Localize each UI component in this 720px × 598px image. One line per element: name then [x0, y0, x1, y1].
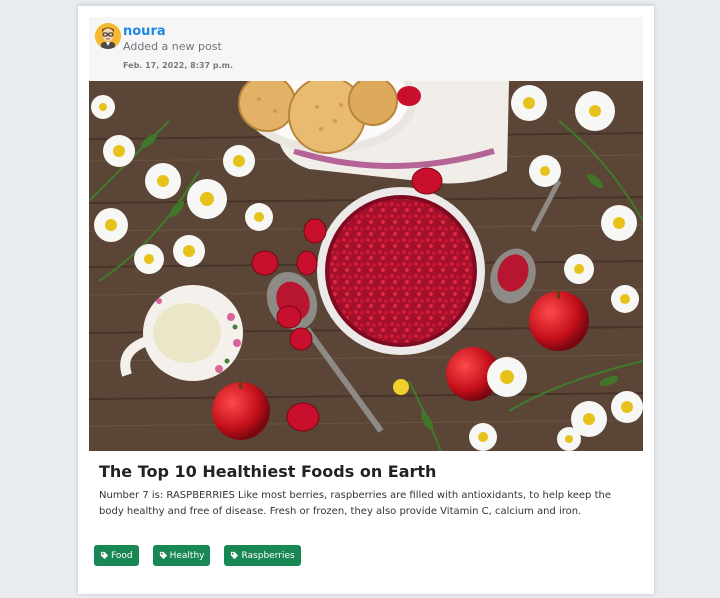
user-avatar-icon[interactable]	[95, 23, 121, 49]
post-card: noura Added a new post Feb. 17, 2022, 8:…	[78, 5, 654, 594]
post-body: Number 7 is: RASPBERRIES Like most berri…	[99, 490, 611, 517]
post-header: noura Added a new post Feb. 17, 2022, 8:…	[89, 17, 643, 81]
post-image	[89, 81, 643, 451]
tag-raspberries[interactable]: Raspberries	[224, 545, 301, 566]
tag-label: Healthy	[169, 550, 205, 561]
post-title[interactable]: The Top 10 Healthiest Foods on Earth	[99, 461, 639, 483]
tag-label: Food	[111, 550, 133, 561]
tag-healthy[interactable]: Healthy	[152, 545, 211, 566]
tag-icon	[100, 551, 109, 560]
tag-label: Raspberries	[241, 550, 295, 561]
post-action-text: Added a new post	[123, 40, 222, 53]
tag-icon	[231, 551, 239, 560]
tag-icon	[159, 551, 167, 560]
tag-list: Food Healthy Raspberries	[94, 545, 301, 567]
author-link[interactable]: noura	[123, 24, 166, 40]
post-timestamp: Feb. 17, 2022, 8:37 p.m.	[123, 61, 233, 70]
tag-food[interactable]: Food	[94, 545, 139, 566]
